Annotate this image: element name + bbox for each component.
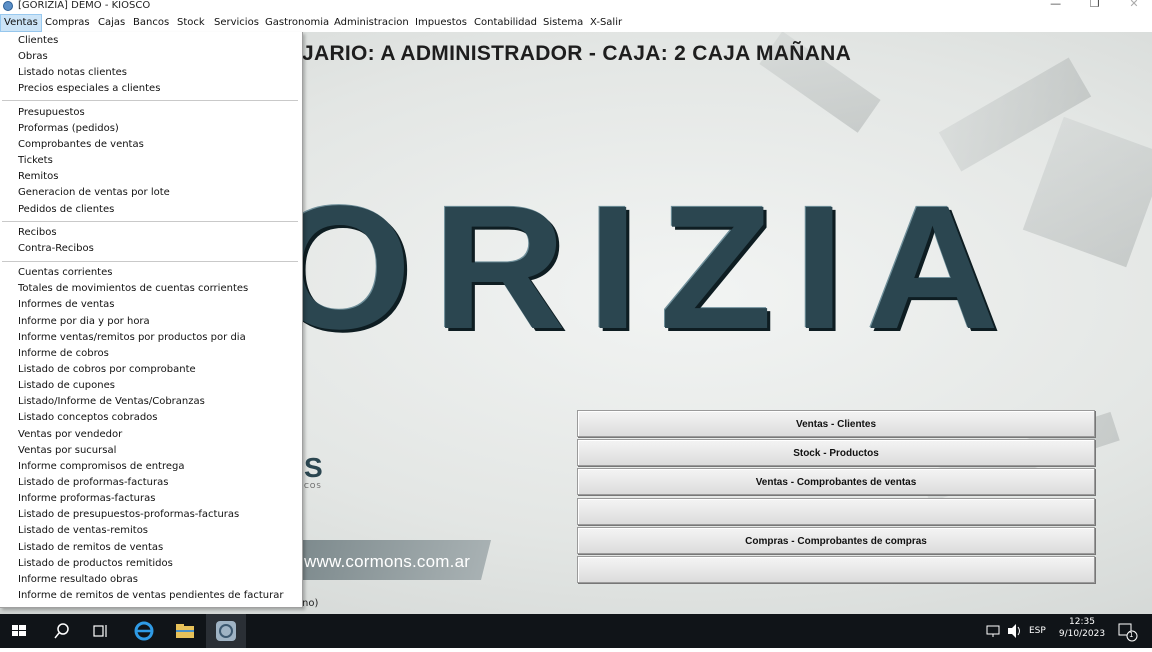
gorizia-logo: ORIZIA	[268, 170, 1021, 366]
ventas-dropdown-menu: Clientes Obras Listado notas clientes Pr…	[0, 32, 303, 608]
menu-salir[interactable]: X-Salir	[587, 14, 625, 32]
start-button[interactable]	[0, 614, 40, 648]
minimize-button[interactable]: —	[1038, 0, 1074, 10]
brand-logo-subtext: COS	[304, 482, 322, 490]
search-button[interactable]	[42, 614, 82, 648]
menu-sistema[interactable]: Sistema	[540, 14, 586, 32]
notification-count: 1	[1129, 631, 1134, 639]
windows-icon	[12, 625, 26, 636]
search-icon	[54, 623, 69, 639]
gorizia-app-button[interactable]	[206, 614, 246, 648]
menu-item-generacion-ventas-lote[interactable]: Generacion de ventas por lote	[18, 185, 170, 201]
notifications-button[interactable]: 1	[1116, 614, 1138, 648]
taskbar: ESP 12:35 9/10/2023 1	[0, 614, 1152, 648]
menu-item-contra-recibos[interactable]: Contra-Recibos	[18, 241, 94, 257]
website-link[interactable]: www.cormons.com.ar	[304, 552, 470, 572]
menu-item-listado-presupuestos[interactable]: Listado de presupuestos-proformas-factur…	[18, 507, 239, 523]
menu-item-informe-cobros[interactable]: Informe de cobros	[18, 346, 109, 362]
language-indicator[interactable]: ESP	[1029, 614, 1046, 648]
menu-item-ventas-sucursal[interactable]: Ventas por sucursal	[18, 443, 116, 459]
menu-item-listado-notas-clientes[interactable]: Listado notas clientes	[18, 65, 127, 81]
menu-ventas[interactable]: Ventas	[0, 14, 42, 32]
session-headline: JARIO: A ADMINISTRADOR - CAJA: 2 CAJA MA…	[302, 42, 852, 65]
menu-impuestos[interactable]: Impuestos	[412, 14, 470, 32]
empty-shortcut-button[interactable]	[577, 556, 1095, 583]
menu-item-compromisos-entrega[interactable]: Informe compromisos de entrega	[18, 459, 185, 475]
close-button[interactable]: ✕	[1116, 0, 1152, 10]
maximize-button[interactable]: ❐	[1077, 0, 1113, 10]
notification-icon	[1118, 623, 1138, 642]
clock[interactable]: 12:35 9/10/2023	[1058, 614, 1106, 648]
menu-item-ventas-vendedor[interactable]: Ventas por vendedor	[18, 427, 122, 443]
clock-date: 9/10/2023	[1058, 629, 1106, 639]
menu-separator	[2, 100, 298, 101]
window-titlebar: [GORIZIA] DEMO - KIOSCO — ❐ ✕	[0, 0, 1152, 13]
menu-gastronomia[interactable]: Gastronomia	[262, 14, 332, 32]
menu-item-clientes[interactable]: Clientes	[18, 33, 58, 49]
task-view-button[interactable]	[80, 614, 120, 648]
menu-item-precios-especiales[interactable]: Precios especiales a clientes	[18, 81, 160, 97]
menu-item-tickets[interactable]: Tickets	[18, 153, 53, 169]
menu-item-listado-productos-remitidos[interactable]: Listado de productos remitidos	[18, 556, 173, 572]
menu-item-informe-dia-hora[interactable]: Informe por dia y por hora	[18, 314, 150, 330]
menu-item-informe-proformas-facturas[interactable]: Informe proformas-facturas	[18, 491, 155, 507]
menu-contabilidad[interactable]: Contabilidad	[471, 14, 540, 32]
ventas-comprobantes-button[interactable]: Ventas - Comprobantes de ventas	[577, 468, 1095, 495]
menu-cajas[interactable]: Cajas	[95, 14, 128, 32]
window-title: [GORIZIA] DEMO - KIOSCO	[18, 0, 151, 11]
menu-bancos[interactable]: Bancos	[130, 14, 172, 32]
window-controls: — ❐ ✕	[1038, 0, 1152, 12]
task-view-icon	[93, 625, 107, 637]
menu-item-pedidos-clientes[interactable]: Pedidos de clientes	[18, 202, 114, 218]
menu-item-listado-proformas-facturas[interactable]: Listado de proformas-facturas	[18, 475, 168, 491]
internet-explorer-icon	[134, 621, 154, 641]
menu-item-recibos[interactable]: Recibos	[18, 225, 57, 241]
menu-item-remitos[interactable]: Remitos	[18, 169, 58, 185]
folder-icon	[176, 624, 194, 638]
menu-item-comprobantes-ventas[interactable]: Comprobantes de ventas	[18, 137, 144, 153]
menubar: Ventas Compras Cajas Bancos Stock Servic…	[0, 14, 1152, 32]
gorizia-app-icon	[216, 621, 236, 641]
file-explorer-button[interactable]	[165, 614, 205, 648]
menu-item-listado-ventas-remitos[interactable]: Listado de ventas-remitos	[18, 523, 148, 539]
menu-item-listado-cobros[interactable]: Listado de cobros por comprobante	[18, 362, 196, 378]
brand-logo-letter: S	[304, 452, 323, 483]
menu-item-totales-movimientos[interactable]: Totales de movimientos de cuentas corrie…	[18, 281, 248, 297]
menu-item-listado-informe-ventas-cobranzas[interactable]: Listado/Informe de Ventas/Cobranzas	[18, 394, 205, 410]
internet-explorer-button[interactable]	[124, 614, 164, 648]
menu-item-listado-conceptos[interactable]: Listado conceptos cobrados	[18, 410, 158, 426]
status-text: no)	[302, 598, 319, 609]
menu-item-listado-cupones[interactable]: Listado de cupones	[18, 378, 115, 394]
menu-item-informes-ventas[interactable]: Informes de ventas	[18, 297, 115, 313]
menu-item-listado-remitos-ventas[interactable]: Listado de remitos de ventas	[18, 540, 163, 556]
menu-administracion[interactable]: Administracion	[331, 14, 412, 32]
menu-item-proformas[interactable]: Proformas (pedidos)	[18, 121, 119, 137]
menu-item-presupuestos[interactable]: Presupuestos	[18, 105, 85, 121]
menu-separator	[2, 221, 298, 222]
empty-shortcut-button[interactable]	[577, 498, 1095, 525]
menu-item-cuentas-corrientes[interactable]: Cuentas corrientes	[18, 265, 112, 281]
stock-productos-button[interactable]: Stock - Productos	[577, 439, 1095, 466]
clock-time: 12:35	[1069, 617, 1095, 627]
menu-servicios[interactable]: Servicios	[211, 14, 262, 32]
menu-item-informe-resultado-obras[interactable]: Informe resultado obras	[18, 572, 138, 588]
menu-stock[interactable]: Stock	[174, 14, 208, 32]
menu-compras[interactable]: Compras	[42, 14, 93, 32]
network-icon[interactable]	[984, 614, 1002, 648]
compras-comprobantes-button[interactable]: Compras - Comprobantes de compras	[577, 527, 1095, 554]
menu-separator	[2, 261, 298, 262]
menu-item-obras[interactable]: Obras	[18, 49, 48, 65]
menu-item-remitos-pendientes[interactable]: Informe de remitos de ventas pendientes …	[18, 588, 283, 604]
volume-icon[interactable]	[1005, 614, 1023, 648]
menu-item-informe-ventas-remitos[interactable]: Informe ventas/remitos por productos por…	[18, 330, 246, 346]
app-icon	[3, 1, 13, 11]
ventas-clientes-button[interactable]: Ventas - Clientes	[577, 410, 1095, 437]
decor-shape	[1022, 116, 1152, 268]
